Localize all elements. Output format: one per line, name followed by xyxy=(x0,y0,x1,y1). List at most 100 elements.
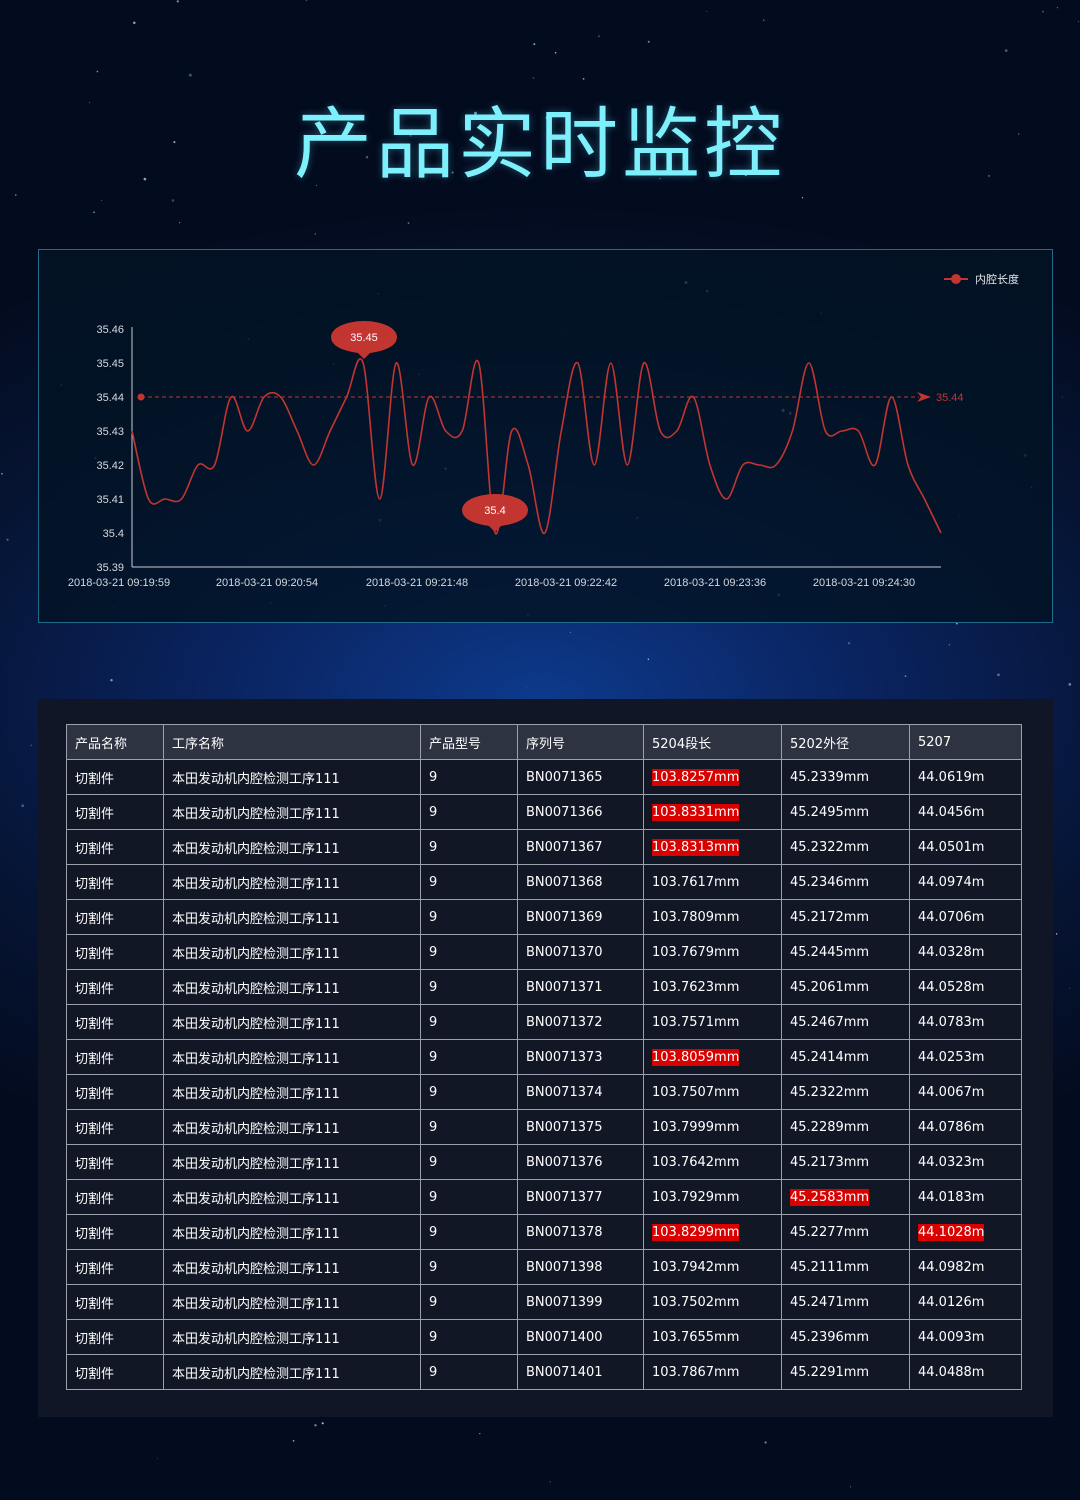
cell-serial-number-value: BN0071365 xyxy=(526,769,603,785)
cell-process-name: 本田发动机内腔检测工序111 xyxy=(163,1144,421,1180)
cell-5207-value: 44.0982m xyxy=(918,1259,985,1275)
cell-serial-number: BN0071371 xyxy=(517,969,644,1005)
cell-5207-value: 44.0253m xyxy=(918,1049,985,1065)
y-tick-label: 35.41 xyxy=(96,494,124,506)
cell-product-name: 切割件 xyxy=(66,969,164,1005)
cell-5207: 44.0456m xyxy=(909,794,1022,830)
star-dot xyxy=(598,35,600,37)
max-point-label: 35.45 xyxy=(350,332,378,344)
header-5202-outer-diameter: 5202外径 xyxy=(781,724,910,760)
cell-5204-segment-length: 103.8331mm xyxy=(643,794,782,830)
cell-serial-number-value: BN0071374 xyxy=(526,1084,603,1100)
table-row: 切割件 本田发动机内腔检测工序111 9 BN0071376 103.7642mm 45.… xyxy=(66,1144,1022,1180)
series-line-inner-length xyxy=(131,358,942,535)
cell-5204-segment-length-value: 103.8331mm xyxy=(652,803,740,821)
cell-5202-outer-diameter: 45.2291mm xyxy=(781,1354,910,1390)
star-dot xyxy=(6,538,9,541)
cell-5204-segment-length: 103.8313mm xyxy=(643,829,782,865)
star-dot xyxy=(525,687,527,689)
cell-process-name-value: 本田发动机内腔检测工序111 xyxy=(172,841,340,857)
cell-5204-segment-length-value: 103.7809mm xyxy=(652,909,740,925)
cell-product-name: 切割件 xyxy=(66,1249,164,1285)
cell-product-model: 9 xyxy=(420,1179,518,1215)
cell-process-name-value: 本田发动机内腔检测工序111 xyxy=(172,1121,340,1137)
star-dot xyxy=(407,222,410,224)
table-row: 切割件 本田发动机内腔检测工序111 9 BN0071400 103.7655mm 45.… xyxy=(66,1319,1022,1355)
cell-serial-number-value: BN0071370 xyxy=(526,944,603,960)
star-dot xyxy=(93,211,95,214)
star-dot xyxy=(948,644,950,646)
cell-product-model: 9 xyxy=(420,1144,518,1180)
cell-5202-outer-diameter-value: 45.2583mm xyxy=(790,1188,870,1206)
star-dot xyxy=(1078,20,1079,22)
cell-process-name: 本田发动机内腔检测工序111 xyxy=(163,1074,421,1110)
cell-5202-outer-diameter: 45.2346mm xyxy=(781,864,910,900)
cell-process-name-value: 本田发动机内腔检测工序111 xyxy=(172,1331,340,1347)
cell-product-model: 9 xyxy=(420,1214,518,1250)
cell-process-name: 本田发动机内腔检测工序111 xyxy=(163,1109,421,1145)
cell-process-name: 本田发动机内腔检测工序111 xyxy=(163,794,421,830)
cell-5204-segment-length-value: 103.7867mm xyxy=(652,1364,740,1380)
average-line-arrow xyxy=(917,392,931,402)
cell-product-name-value: 切割件 xyxy=(75,1156,115,1172)
table-row: 切割件 本田发动机内腔检测工序111 9 BN0071368 103.7617mm 45.… xyxy=(66,864,1022,900)
cell-product-name-value: 切割件 xyxy=(75,1226,115,1242)
cell-5204-segment-length: 103.8059mm xyxy=(643,1039,782,1075)
min-point-label: 35.4 xyxy=(484,505,505,517)
cell-serial-number: BN0071401 xyxy=(517,1354,644,1390)
cell-5202-outer-diameter: 45.2467mm xyxy=(781,1004,910,1040)
cell-process-name-value: 本田发动机内腔检测工序111 xyxy=(172,771,340,787)
cell-product-name-value: 切割件 xyxy=(75,1121,115,1137)
cell-product-name-value: 切割件 xyxy=(75,1331,115,1347)
cell-5207: 44.0067m xyxy=(909,1074,1022,1110)
cell-product-model-value: 9 xyxy=(429,1259,438,1275)
cell-serial-number: BN0071400 xyxy=(517,1319,644,1355)
cell-product-model: 9 xyxy=(420,1039,518,1075)
star-dot xyxy=(647,658,650,661)
y-tick-label: 35.42 xyxy=(96,460,124,472)
cell-serial-number: BN0071399 xyxy=(517,1284,644,1320)
table-row: 切割件 本田发动机内腔检测工序111 9 BN0071398 103.7942mm 45.… xyxy=(66,1249,1022,1285)
cell-product-name: 切割件 xyxy=(66,794,164,830)
cell-5207: 44.0974m xyxy=(909,864,1022,900)
cell-product-model-value: 9 xyxy=(429,979,438,995)
y-tick-label: 35.43 xyxy=(96,426,124,438)
cell-5207: 44.0183m xyxy=(909,1179,1022,1215)
cell-serial-number: BN0071367 xyxy=(517,829,644,865)
cell-serial-number-value: BN0071376 xyxy=(526,1154,603,1170)
cell-5202-outer-diameter-value: 45.2396mm xyxy=(790,1329,870,1345)
cell-5202-outer-diameter-value: 45.2172mm xyxy=(790,909,870,925)
cell-5207: 44.0528m xyxy=(909,969,1022,1005)
cell-serial-number: BN0071365 xyxy=(517,759,644,795)
star-dot xyxy=(1069,987,1071,989)
header-serial-number: 序列号 xyxy=(517,724,644,760)
cell-5207: 44.0126m xyxy=(909,1284,1022,1320)
star-dot xyxy=(763,19,765,21)
cell-product-name-value: 切割件 xyxy=(75,1051,115,1067)
cell-product-name-value: 切割件 xyxy=(75,1366,115,1382)
cell-5207-value: 44.0528m xyxy=(918,979,985,995)
cell-process-name: 本田发动机内腔检测工序111 xyxy=(163,899,421,935)
cell-5204-segment-length-value: 103.7679mm xyxy=(652,944,740,960)
cell-product-name: 切割件 xyxy=(66,1004,164,1040)
x-tick-label: 2018-03-21 09:19:59 xyxy=(68,577,170,589)
cell-product-model: 9 xyxy=(420,1074,518,1110)
cell-product-name-value: 切割件 xyxy=(75,1086,115,1102)
cell-serial-number-value: BN0071375 xyxy=(526,1119,603,1135)
cell-process-name: 本田发动机内腔检测工序111 xyxy=(163,1039,421,1075)
cell-process-name: 本田发动机内腔检测工序111 xyxy=(163,1179,421,1215)
star-dot xyxy=(997,673,1000,677)
cell-product-name-value: 切割件 xyxy=(75,876,115,892)
cell-product-model-value: 9 xyxy=(429,1049,438,1065)
table-row: 切割件 本田发动机内腔检测工序111 9 BN0071371 103.7623mm 45.… xyxy=(66,969,1022,1005)
star-dot xyxy=(764,1441,767,1444)
cell-product-model-value: 9 xyxy=(429,1224,438,1240)
cell-product-name-value: 切割件 xyxy=(75,911,115,927)
table-row: 切割件 本田发动机内腔检测工序111 9 BN0071401 103.7867mm 45.… xyxy=(66,1354,1022,1390)
star-dot xyxy=(647,40,650,43)
cell-product-name: 切割件 xyxy=(66,1074,164,1110)
cell-process-name-value: 本田发动机内腔检测工序111 xyxy=(172,911,340,927)
cell-5202-outer-diameter: 45.2445mm xyxy=(781,934,910,970)
cell-5207: 44.0253m xyxy=(909,1039,1022,1075)
cell-5202-outer-diameter: 45.2172mm xyxy=(781,899,910,935)
